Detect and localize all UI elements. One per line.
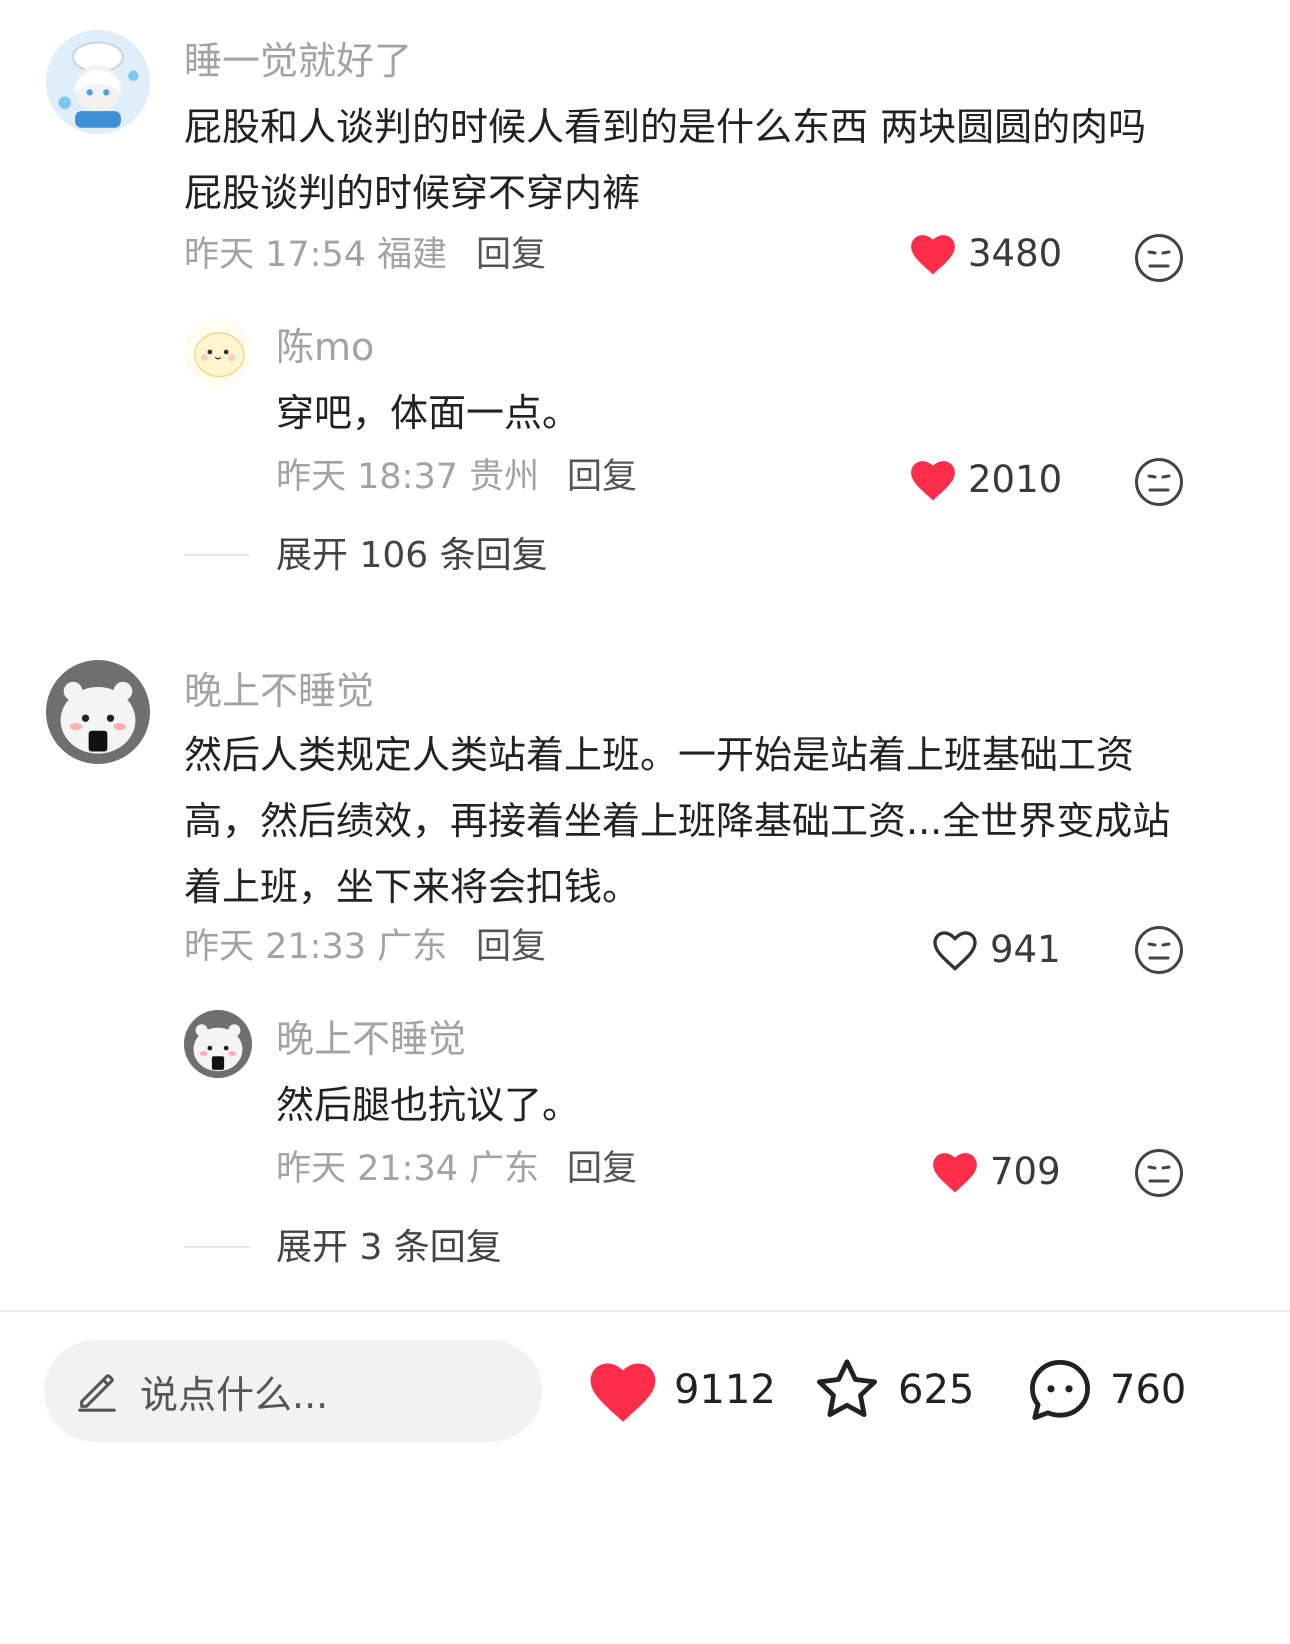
reply-time-location: 昨天 21:34 广东 [276,1149,540,1189]
meh-face-icon[interactable] [1133,1147,1185,1199]
heart-outline-icon [933,931,977,971]
bottom-bar-divider [0,1310,1290,1312]
avatar-illustration-icon [46,660,150,764]
chat-bubble-icon [1030,1360,1090,1420]
comment-input[interactable]: 说点什么... [44,1340,542,1442]
like-count: 2010 [968,457,1063,501]
heart-icon [911,235,955,275]
star-icon [817,1359,877,1417]
reply-button[interactable]: 回复 [476,924,546,970]
like-count: 709 [990,1149,1061,1193]
comment-text: 屁股和人谈判的时候人看到的是什么东西 两块圆圆的肉吗 屁股谈判的时候穿不穿内裤 [184,105,1147,215]
expand-divider [184,1246,250,1248]
reply-avatar[interactable] [184,1010,252,1078]
favorite-button[interactable]: 625 [810,1354,974,1426]
pencil-icon [78,1374,116,1412]
comment-username[interactable]: 睡一觉就好了 [184,36,412,86]
comment-button[interactable]: 760 [1024,1354,1186,1426]
reply-button[interactable]: 回复 [567,454,637,500]
avatar[interactable] [46,660,150,764]
heart-icon [590,1363,656,1422]
comment-count: 760 [1110,1367,1187,1413]
like-button[interactable]: 709 [930,1148,1061,1194]
like-count: 3480 [968,231,1063,275]
meh-face-icon[interactable] [1133,232,1185,284]
avatar-illustration-icon [46,30,150,134]
like-button[interactable]: 3480 [908,230,1062,276]
heart-icon [911,461,955,501]
reply-time-location: 昨天 18:37 贵州 [276,457,540,497]
reply-button[interactable]: 回复 [567,1146,637,1192]
reply-username[interactable]: 陈mo [276,322,374,372]
reply-button[interactable]: 回复 [476,232,546,278]
meh-face-icon[interactable] [1133,456,1185,508]
heart-icon [933,1153,977,1193]
expand-replies-button[interactable]: 展开 106 条回复 [276,532,548,580]
like-count: 941 [990,927,1061,971]
comment-time-location: 昨天 17:54 福建 [184,235,448,275]
post-like-button[interactable]: 9112 [586,1356,776,1424]
avatar-illustration-icon [184,318,252,386]
meh-face-icon[interactable] [1133,924,1185,976]
reply-username[interactable]: 晚上不睡觉 [276,1014,466,1064]
reply-text: 穿吧，体面一点。 [276,391,581,435]
favorite-count: 625 [898,1367,975,1413]
comment-time-location: 昨天 21:33 广东 [184,927,448,967]
avatar-illustration-icon [184,1010,252,1078]
expand-divider [184,554,250,556]
reply-avatar[interactable] [184,318,252,386]
expand-replies-button[interactable]: 展开 3 条回复 [276,1224,502,1272]
comment-input-placeholder: 说点什么... [140,1372,329,1417]
reply-text: 然后腿也抗议了。 [276,1083,581,1127]
comment-text: 然后人类规定人类站着上班。一开始是站着上班基础工资高，然后绩效，再接着坐着上班降… [184,733,1171,909]
post-like-count: 9112 [674,1367,776,1413]
like-button[interactable]: 2010 [908,456,1062,502]
comment-username[interactable]: 晚上不睡觉 [184,666,374,716]
avatar[interactable] [46,30,150,134]
like-button[interactable]: 941 [930,926,1061,972]
